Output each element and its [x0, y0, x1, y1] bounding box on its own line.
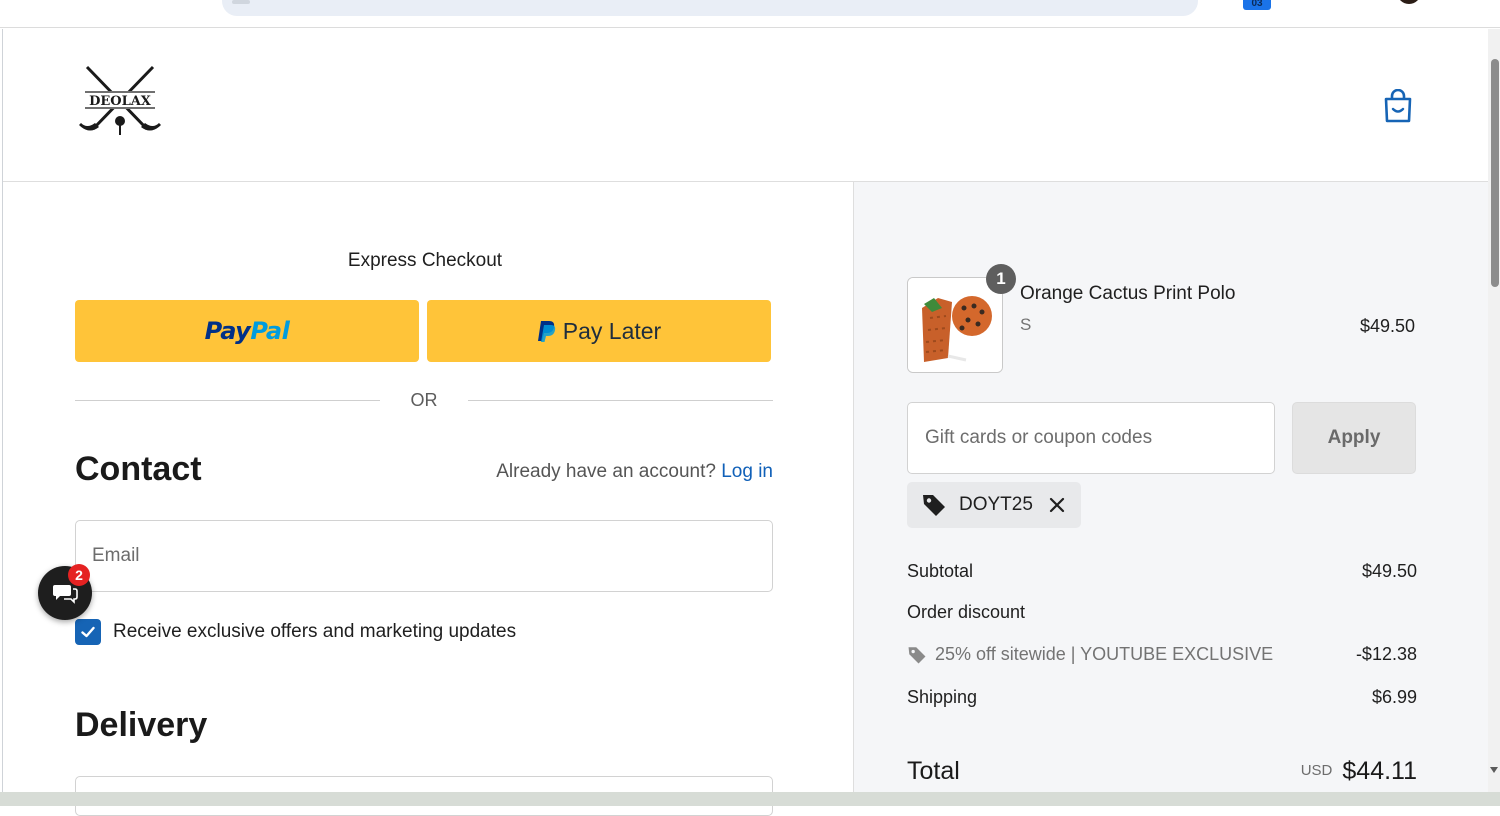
profile-avatar[interactable]	[1397, 0, 1421, 4]
shipping-row: Shipping $6.99	[907, 687, 1417, 708]
scroll-down-arrow-icon[interactable]	[1490, 767, 1498, 773]
or-text: OR	[410, 390, 438, 410]
shipping-label: Shipping	[907, 687, 978, 707]
quantity-badge: 1	[986, 264, 1016, 294]
login-link[interactable]: Log in	[721, 461, 773, 482]
discount-detail-row: 25% off sitewide | YOUTUBE EXCLUSIVE -$1…	[907, 644, 1417, 665]
order-summary-column: 1 Orange Cactus Print Polo S $49.50 Appl…	[853, 182, 1489, 792]
total-currency: USD	[1300, 762, 1333, 779]
order-discount-row: Order discount	[907, 602, 1417, 623]
checkout-page: DEOLAX Express Checkout PayPal Pay Later	[2, 29, 1489, 816]
tag-icon	[923, 495, 945, 516]
marketing-opt-in[interactable]: Receive exclusive offers and marketing u…	[75, 619, 516, 645]
total-amount: $44.11	[1342, 757, 1417, 785]
pay-later-button[interactable]: Pay Later	[427, 300, 771, 362]
subtotal-value: $49.50	[1361, 561, 1417, 581]
site-header: DEOLAX	[3, 29, 1489, 182]
account-prompt: Already have an account? Log in	[496, 461, 773, 483]
divider-line	[75, 400, 380, 401]
chat-bubble-icon	[53, 585, 78, 604]
subtotal-label: Subtotal	[907, 561, 974, 581]
coupon-code-input[interactable]	[907, 402, 1275, 474]
tag-icon	[908, 646, 926, 663]
or-divider: OR	[75, 388, 773, 412]
shipping-value: $6.99	[1371, 687, 1417, 707]
paypal-button[interactable]: PayPal	[75, 300, 419, 362]
discount-description: 25% off sitewide | YOUTUBE EXCLUSIVE	[907, 644, 1417, 665]
brand-logo[interactable]: DEOLAX	[75, 63, 165, 139]
shopping-bag-icon[interactable]	[1383, 88, 1413, 123]
account-prompt-text: Already have an account?	[496, 461, 716, 482]
delivery-heading: Delivery	[75, 706, 208, 744]
checkmark-icon	[81, 626, 95, 638]
applied-discount-chip: DOYT25	[907, 482, 1081, 528]
total-amount-group: USD $44.11	[1301, 757, 1417, 786]
browser-toolbar: 03	[0, 0, 1500, 28]
contact-heading: Contact	[75, 450, 202, 488]
divider-line	[468, 400, 773, 401]
product-variant: S	[1020, 315, 1032, 334]
pay-later-label: Pay Later	[562, 317, 662, 344]
order-discount-label: Order discount	[907, 602, 1026, 622]
apply-coupon-button[interactable]: Apply	[1292, 402, 1416, 474]
site-info-icon[interactable]	[232, 0, 250, 4]
remove-code-close-icon[interactable]	[1047, 495, 1067, 515]
discount-description-text: 25% off sitewide | YOUTUBE EXCLUSIVE	[935, 644, 1274, 664]
express-checkout-title: Express Checkout	[347, 250, 503, 271]
subtotal-row: Subtotal $49.50	[907, 561, 1417, 582]
scrollbar-thumb[interactable]	[1491, 59, 1499, 287]
taskbar-strip	[0, 792, 1500, 806]
paypal-p-icon	[537, 321, 555, 342]
address-bar[interactable]	[222, 0, 1198, 16]
marketing-label: Receive exclusive offers and marketing u…	[113, 621, 517, 642]
product-thumbnail	[907, 277, 1003, 373]
applied-code-label: DOYT25	[959, 494, 1033, 515]
polo-shirt-image	[908, 278, 1002, 372]
checkout-form-column: Express Checkout PayPal Pay Later OR Con…	[3, 182, 853, 816]
discount-value: -$12.38	[1355, 644, 1417, 664]
paypal-wordmark: PayPal	[204, 317, 290, 345]
email-field[interactable]	[75, 520, 773, 592]
chat-unread-badge: 2	[68, 564, 90, 586]
page-scrollbar[interactable]	[1488, 29, 1500, 792]
marketing-checkbox[interactable]	[75, 619, 101, 645]
product-name: Orange Cactus Print Polo	[1020, 283, 1236, 304]
extension-badge[interactable]: 03	[1243, 0, 1271, 10]
golf-clubs-logo-icon: DEOLAX	[79, 65, 161, 135]
total-label: Total	[907, 757, 960, 785]
product-price: $49.50	[1359, 316, 1415, 336]
logo-wordmark: DEOLAX	[89, 94, 152, 109]
total-row: Total USD $44.11	[907, 757, 1417, 786]
